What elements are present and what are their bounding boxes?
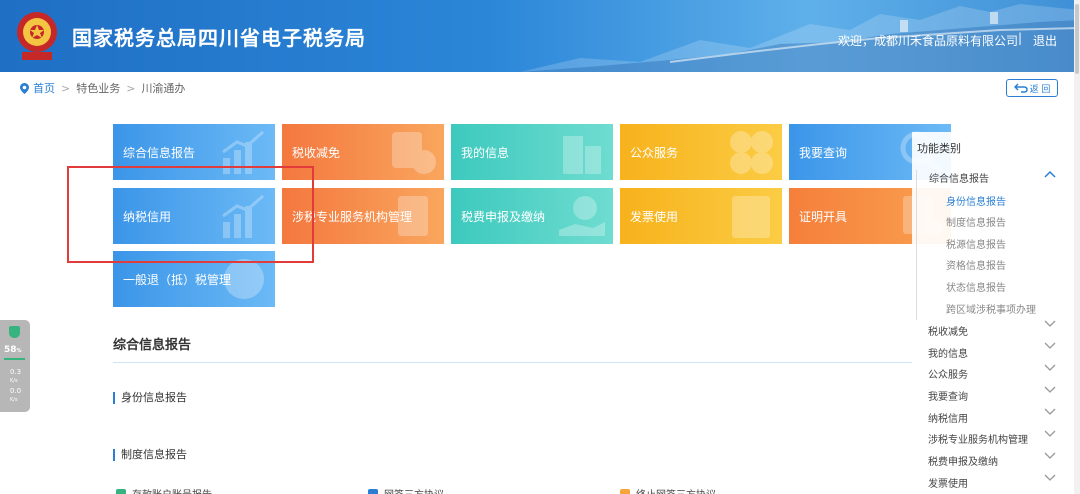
upload-speed: 0.3 K/s (10, 368, 22, 384)
back-button[interactable]: 返 回 (1006, 79, 1058, 97)
site-title: 国家税务总局四川省电子税务局 (72, 26, 366, 50)
page-scrollbar[interactable] (1074, 0, 1080, 494)
tile-label: 我的信息 (461, 145, 510, 160)
yuan-coin-icon (224, 259, 264, 299)
tile-label: 发票使用 (630, 209, 679, 224)
logout-link[interactable]: 退出 (1033, 32, 1057, 49)
clover-icon (730, 131, 773, 174)
menu-sub-cross-region[interactable]: 跨区域涉税事项办理 (946, 301, 1036, 316)
menu-group-declaration[interactable]: 税费申报及缴纳 (928, 453, 998, 468)
item-deposit-account-report[interactable]: 存款账户账号报告 (116, 486, 212, 494)
header-bar: 国家税务总局四川省电子税务局 欢迎，成都川禾食品原料有限公司 | 退出 (0, 0, 1080, 72)
section-divider (113, 362, 913, 363)
function-category-heading: 功能类别 (917, 142, 961, 155)
menu-group-tax-agency[interactable]: 涉税专业服务机构管理 (928, 431, 1028, 446)
tile-comprehensive-info-report[interactable]: 综合信息报告 (113, 124, 275, 180)
tile-tax-refund-management[interactable]: 一般退（抵）税管理 (113, 251, 275, 307)
item-label: 网签三方协议 (384, 486, 444, 494)
chevron-down-icon[interactable] (1044, 386, 1056, 394)
yuan-minus-icon (392, 132, 436, 174)
breadcrumb-level2[interactable]: 特色业务 (76, 80, 120, 96)
tile-label: 综合信息报告 (123, 145, 196, 160)
item-terminate-tripartite-agreement[interactable]: 终止网签三方协议 (620, 486, 716, 494)
tile-tax-reduction[interactable]: 税收减免 (282, 124, 444, 180)
breadcrumb-home[interactable]: 首页 (33, 80, 55, 96)
network-speed-widget[interactable]: 58% 0.3 K/s 0.0 K/s (0, 320, 30, 412)
menu-group-invoice[interactable]: 发票使用 (928, 475, 968, 490)
widget-bar (4, 358, 25, 360)
tile-tax-declaration-payment[interactable]: 税费申报及缴纳 (451, 188, 613, 244)
item-icon (368, 488, 378, 494)
widget-percent: 58% (4, 345, 22, 355)
menu-sub-qualification-report[interactable]: 资格信息报告 (946, 257, 1006, 272)
tile-label: 公众服务 (630, 145, 679, 160)
scrollbar-thumb[interactable] (1075, 4, 1079, 74)
menu-group-comprehensive-info[interactable]: 综合信息报告 (929, 170, 989, 185)
tile-tax-agency-management[interactable]: 涉税专业服务机构管理 (282, 188, 444, 244)
tile-my-info[interactable]: 我的信息 (451, 124, 613, 180)
building-icon (563, 136, 601, 174)
tile-label: 税费申报及缴纳 (461, 209, 546, 224)
item-icon (620, 488, 630, 494)
menu-tree-line (916, 170, 917, 320)
chevron-up-icon[interactable] (1044, 170, 1056, 178)
back-arrow-icon (1013, 83, 1028, 93)
document-icon (398, 196, 428, 236)
tile-public-service[interactable]: 公众服务 (620, 124, 782, 180)
page: 国家税务总局四川省电子税务局 欢迎，成都川禾食品原料有限公司 | 退出 首页 >… (0, 0, 1080, 494)
location-pin-icon (20, 82, 29, 94)
breadcrumb-sep: > (126, 81, 136, 95)
tax-emblem-icon (17, 12, 57, 60)
chevron-down-icon[interactable] (1044, 474, 1056, 482)
menu-sub-system-report[interactable]: 制度信息报告 (946, 214, 1006, 229)
chevron-down-icon[interactable] (1044, 364, 1056, 372)
item-label: 终止网签三方协议 (636, 486, 716, 494)
tile-label: 我要查询 (799, 145, 848, 160)
shield-icon (9, 326, 20, 338)
menu-group-query[interactable]: 我要查询 (928, 388, 968, 403)
tile-label: 一般退（抵）税管理 (123, 272, 232, 287)
tile-label: 税收减免 (292, 145, 341, 160)
sub-section-system-report: 制度信息报告 (113, 449, 187, 461)
welcome-text: 欢迎，成都川禾食品原料有限公司 (838, 34, 1019, 48)
sub-section-identity-report: 身份信息报告 (113, 392, 187, 404)
menu-sub-identity-report[interactable]: 身份信息报告 (946, 193, 1006, 208)
menu-group-tax-credit[interactable]: 纳税信用 (928, 410, 968, 425)
menu-group-my-info[interactable]: 我的信息 (928, 345, 968, 360)
download-speed: 0.0 K/s (10, 387, 22, 403)
chevron-down-icon[interactable] (1044, 342, 1056, 350)
breadcrumb-level3: 川渝通办 (141, 82, 186, 95)
breadcrumb-sep: > (61, 81, 71, 95)
tile-label: 证明开具 (799, 209, 848, 224)
breadcrumb: 首页 > 特色业务 > 川渝通办 (20, 80, 185, 96)
header-separator: | (1018, 31, 1023, 45)
chevron-down-icon[interactable] (1044, 430, 1056, 438)
menu-sub-tax-source-report[interactable]: 税源信息报告 (946, 236, 1006, 251)
invoice-yuan-icon (732, 196, 770, 238)
section-title: 综合信息报告 (113, 338, 192, 353)
chevron-down-icon[interactable] (1044, 408, 1056, 416)
item-online-tripartite-agreement[interactable]: 网签三方协议 (368, 486, 444, 494)
bar-growth-icon (222, 194, 264, 238)
menu-group-tax-reduction[interactable]: 税收减免 (928, 323, 968, 338)
chevron-down-icon[interactable] (1044, 452, 1056, 460)
menu-group-public-service[interactable]: 公众服务 (928, 366, 968, 381)
tile-tax-credit[interactable]: 纳税信用 (113, 188, 275, 244)
item-label: 存款账户账号报告 (132, 486, 212, 494)
back-button-label: 返 回 (1029, 84, 1051, 95)
item-icon (116, 488, 126, 494)
hand-coin-icon (559, 196, 605, 236)
chevron-down-icon[interactable] (1044, 320, 1056, 328)
bar-growth-icon (222, 130, 264, 174)
tile-invoice-use[interactable]: 发票使用 (620, 188, 782, 244)
menu-sub-status-report[interactable]: 状态信息报告 (946, 279, 1006, 294)
tile-label: 纳税信用 (123, 209, 172, 224)
